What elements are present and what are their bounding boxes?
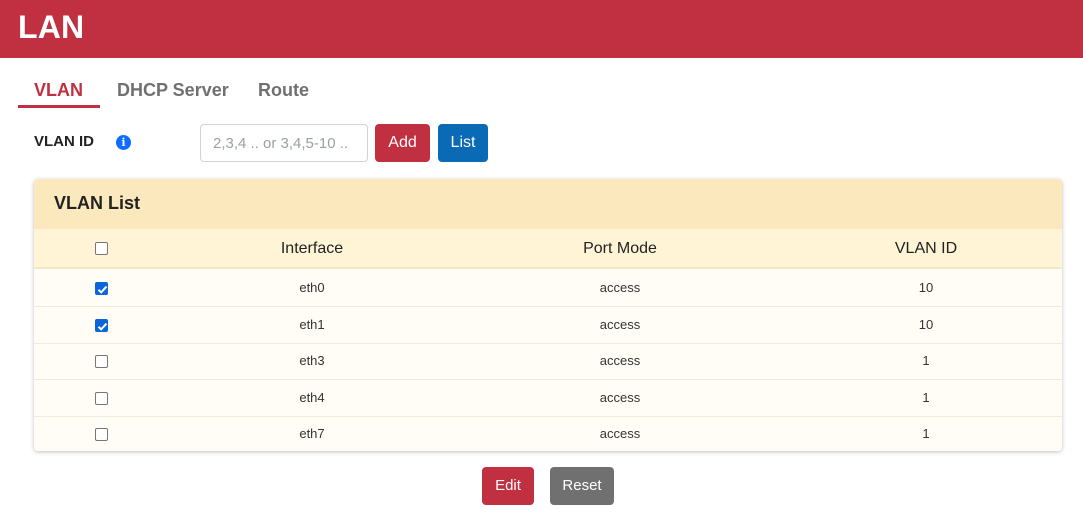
- cell-port-mode: access: [599, 316, 641, 332]
- row-checkbox[interactable]: [95, 282, 108, 295]
- cell-vlan-id: 1: [922, 353, 930, 368]
- row-checkbox[interactable]: [95, 355, 108, 368]
- tab-vlan[interactable]: VLAN: [34, 80, 83, 108]
- app-header: LAN: [0, 0, 1083, 58]
- column-header-interface: Interface: [280, 240, 344, 257]
- cell-vlan-id: 10: [918, 316, 934, 332]
- table-header: Interface Port Mode VLAN ID: [34, 229, 1062, 269]
- table-row: eth1 access 10: [34, 307, 1062, 344]
- cell-vlan-id: 1: [922, 426, 930, 441]
- cell-interface: eth3: [299, 353, 325, 368]
- table-row: eth3 access 1: [34, 344, 1062, 380]
- cell-interface: eth4: [299, 389, 325, 405]
- cell-vlan-id: 1: [922, 389, 930, 405]
- row-checkbox[interactable]: [95, 391, 108, 405]
- tab-route[interactable]: Route: [258, 80, 309, 108]
- cell-port-mode: access: [599, 426, 641, 441]
- table-row: eth4 access 1: [34, 380, 1062, 417]
- vlan-id-label: VLAN ID: [34, 133, 94, 150]
- list-button[interactable]: List: [438, 124, 488, 162]
- row-checkbox[interactable]: [95, 318, 108, 332]
- vlan-list-card: VLAN List Interface Port Mode VLAN ID et…: [34, 179, 1062, 451]
- card-title: VLAN List: [54, 193, 141, 213]
- column-header-vlan-id: VLAN ID: [894, 240, 958, 257]
- info-icon[interactable]: i: [116, 135, 131, 150]
- vlan-id-input[interactable]: [200, 124, 368, 162]
- cell-port-mode: access: [599, 280, 641, 295]
- cell-interface: eth7: [299, 426, 325, 441]
- column-header-port-mode: Port Mode: [583, 240, 657, 257]
- cell-port-mode: access: [599, 353, 641, 368]
- tab-dhcp-server[interactable]: DHCP Server: [117, 80, 229, 108]
- reset-button[interactable]: Reset: [550, 467, 614, 505]
- add-button[interactable]: Add: [375, 124, 430, 162]
- cell-interface: eth0: [299, 280, 325, 295]
- page-title: LAN: [18, 9, 85, 45]
- table-row: eth7 access 1: [34, 417, 1062, 451]
- active-tab-indicator: [18, 105, 100, 108]
- card-header: VLAN List: [34, 179, 1062, 229]
- cell-port-mode: access: [599, 389, 641, 405]
- row-checkbox[interactable]: [95, 428, 108, 441]
- cell-interface: eth1: [299, 316, 325, 332]
- table-row: eth0 access 10: [34, 271, 1062, 307]
- select-all-checkbox[interactable]: [95, 242, 108, 255]
- cell-vlan-id: 10: [918, 280, 934, 295]
- edit-button[interactable]: Edit: [482, 467, 534, 505]
